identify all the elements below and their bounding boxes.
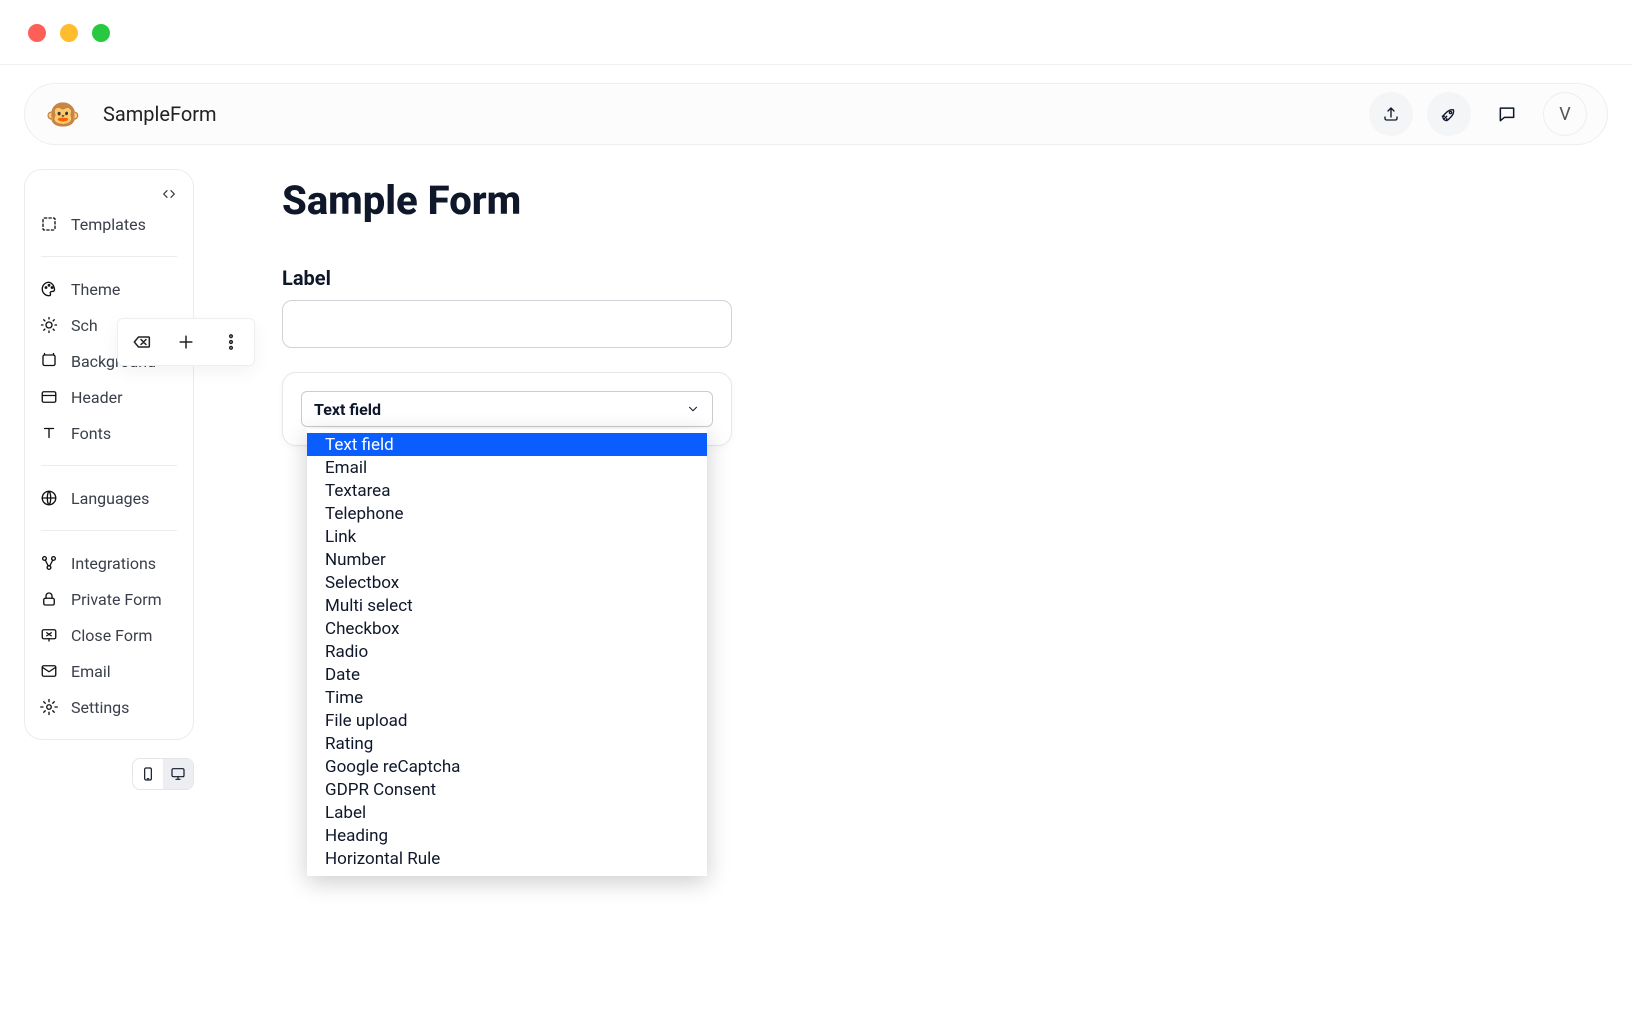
sidebar-item-theme[interactable]: Theme [37, 271, 181, 307]
account-avatar[interactable]: V [1543, 92, 1587, 136]
form-title: Sample Form [282, 177, 762, 224]
sidebar-item-label: Sch [71, 316, 98, 335]
delete-field-button[interactable] [127, 328, 155, 356]
field-type-option[interactable]: File upload [307, 709, 707, 732]
mobile-icon [140, 766, 156, 782]
code-icon [161, 186, 177, 202]
desktop-view-button[interactable] [163, 759, 193, 789]
sidebar-item-templates[interactable]: Templates [37, 206, 181, 242]
sidebar-item-private-form[interactable]: Private Form [37, 581, 181, 617]
app-header: 🐵 SampleForm V [24, 83, 1608, 145]
sidebar-item-label: Integrations [71, 554, 156, 573]
select-current-value: Text field [314, 400, 381, 419]
monkey-icon: 🐵 [46, 98, 81, 131]
sidebar-item-label: Private Form [71, 590, 162, 609]
gear-icon [39, 697, 59, 717]
field-type-option[interactable]: Label [307, 801, 707, 824]
field-type-option[interactable]: Link [307, 525, 707, 548]
desktop-icon [170, 766, 186, 782]
fonts-icon [39, 423, 59, 443]
sidebar-item-integrations[interactable]: Integrations [37, 545, 181, 581]
integrations-icon [39, 553, 59, 573]
window-traffic-lights [0, 0, 1632, 64]
sidebar-item-label: Settings [71, 698, 129, 717]
field-type-option[interactable]: Textarea [307, 479, 707, 502]
comments-button[interactable] [1485, 92, 1529, 136]
close-form-icon [39, 625, 59, 645]
field-type-option[interactable]: Rating [307, 732, 707, 755]
delete-tag-icon [131, 332, 151, 352]
field-type-option[interactable]: Radio [307, 640, 707, 663]
field-more-button[interactable] [217, 328, 245, 356]
sidebar-item-label: Theme [71, 280, 120, 299]
launch-button[interactable] [1427, 92, 1471, 136]
sidebar-item-fonts[interactable]: Fonts [37, 415, 181, 451]
code-view-toggle[interactable] [157, 182, 181, 206]
sidebar-item-email[interactable]: Email [37, 653, 181, 689]
form-name: SampleForm [103, 102, 217, 126]
field-type-option[interactable]: Telephone [307, 502, 707, 525]
sidebar-item-label: Close Form [71, 626, 152, 645]
chevron-down-icon [686, 402, 700, 416]
field-type-select[interactable]: Text field [301, 391, 713, 427]
header-icon [39, 387, 59, 407]
share-button[interactable] [1369, 92, 1413, 136]
sidebar-item-label: Email [71, 662, 111, 681]
app-logo: 🐵 [45, 96, 81, 132]
window-minimize-button[interactable] [60, 24, 78, 42]
lock-icon [39, 589, 59, 609]
sidebar: Templates Theme Sch [24, 169, 194, 740]
row-context-toolbar [117, 318, 255, 366]
sidebar-divider [41, 256, 177, 257]
window-maximize-button[interactable] [92, 24, 110, 42]
sidebar-divider [41, 530, 177, 531]
workzone: Templates Theme Sch [0, 145, 1632, 814]
field-type-option[interactable]: Time [307, 686, 707, 709]
mail-icon [39, 661, 59, 681]
mobile-view-button[interactable] [133, 759, 163, 789]
templates-icon [39, 214, 59, 234]
field-type-option[interactable]: Selectbox [307, 571, 707, 594]
titlebar-divider [0, 64, 1632, 65]
sidebar-item-label: Languages [71, 489, 149, 508]
upload-icon [1382, 105, 1400, 123]
field-type-dropdown: Text fieldEmailTextareaTelephoneLinkNumb… [307, 429, 707, 876]
form-canvas: Sample Form Label Text field Text fieldE… [282, 169, 762, 790]
background-icon [39, 351, 59, 371]
globe-icon [39, 488, 59, 508]
field-input[interactable] [282, 300, 732, 348]
palette-icon [39, 279, 59, 299]
sun-icon [39, 315, 59, 335]
plus-icon [176, 332, 196, 352]
field-type-option[interactable]: Google reCaptcha [307, 755, 707, 778]
field-label: Label [282, 266, 762, 290]
field-type-option[interactable]: Number [307, 548, 707, 571]
sidebar-item-header[interactable]: Header [37, 379, 181, 415]
window-close-button[interactable] [28, 24, 46, 42]
sidebar-item-label: Header [71, 388, 123, 407]
field-type-card: Text field Text fieldEmailTextareaTeleph… [282, 372, 732, 446]
sidebar-item-settings[interactable]: Settings [37, 689, 181, 725]
field-type-option[interactable]: Horizontal Rule [307, 847, 707, 870]
rocket-icon [1440, 105, 1458, 123]
sidebar-item-label: Fonts [71, 424, 111, 443]
field-type-option[interactable]: Email [307, 456, 707, 479]
sidebar-item-close-form[interactable]: Close Form [37, 617, 181, 653]
field-type-option[interactable]: GDPR Consent [307, 778, 707, 801]
field-type-option[interactable]: Heading [307, 824, 707, 847]
field-type-option[interactable]: Checkbox [307, 617, 707, 640]
chat-icon [1497, 104, 1517, 124]
add-field-button[interactable] [172, 328, 200, 356]
avatar-initial: V [1559, 104, 1570, 125]
sidebar-divider [41, 465, 177, 466]
field-type-option[interactable]: Text field [307, 433, 707, 456]
sidebar-item-label: Templates [71, 215, 146, 234]
field-type-option[interactable]: Date [307, 663, 707, 686]
more-vertical-icon [221, 332, 241, 352]
viewport-toggle [24, 758, 194, 790]
field-type-option[interactable]: Multi select [307, 594, 707, 617]
header-actions: V [1369, 92, 1587, 136]
sidebar-item-languages[interactable]: Languages [37, 480, 181, 516]
